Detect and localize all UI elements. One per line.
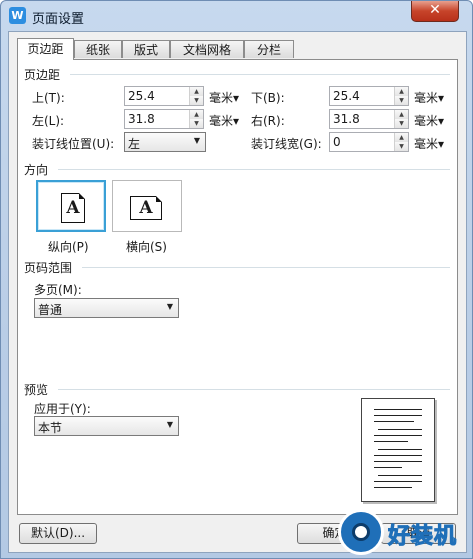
gutter-position-select[interactable]: 左 ▼ <box>124 132 206 152</box>
site-watermark: 好装机 <box>338 509 472 558</box>
spin-up-icon[interactable]: ▲ <box>189 110 203 119</box>
dialog-body: 页边距 纸张 版式 文档网格 分栏 页边距 上(T): 25.4 ▲ ▼ 毫米▾ … <box>8 31 467 553</box>
spin-down-icon[interactable]: ▼ <box>394 142 408 151</box>
right-margin-spinner[interactable]: 31.8 ▲ ▼ <box>329 109 409 129</box>
window-title: 页面设置 <box>32 12 85 27</box>
gutter-width-value: 0 <box>333 135 341 149</box>
gutter-width-spinner[interactable]: 0 ▲ ▼ <box>329 132 409 152</box>
default-button[interactable]: 默认(D)... <box>19 523 97 544</box>
apply-to-value: 本节 <box>38 421 63 435</box>
unit-dropdown[interactable]: 毫米▾ <box>414 112 444 129</box>
landscape-label: 横向(S) <box>126 240 167 254</box>
top-margin-value: 25.4 <box>128 89 155 103</box>
tab-margins[interactable]: 页边距 <box>17 38 74 60</box>
bottom-margin-spinner[interactable]: 25.4 ▲ ▼ <box>329 86 409 106</box>
left-margin-value: 31.8 <box>128 112 155 126</box>
gutter-position-value: 左 <box>128 137 141 151</box>
top-margin-spinner[interactable]: 25.4 ▲ ▼ <box>124 86 204 106</box>
unit-dropdown[interactable]: 毫米▾ <box>414 135 444 152</box>
chevron-down-icon: ▼ <box>166 302 173 311</box>
right-margin-label: 右(R): <box>251 114 285 128</box>
title-bar: W 页面设置 ✕ <box>1 1 472 31</box>
landscape-button[interactable]: A <box>112 180 182 232</box>
watermark-logo-icon <box>338 509 384 555</box>
chevron-down-icon: ▼ <box>166 420 173 429</box>
margins-panel: 页边距 上(T): 25.4 ▲ ▼ 毫米▾ 下(B): 25.4 ▲ ▼ 毫米▾ … <box>17 59 458 515</box>
spin-down-icon[interactable]: ▼ <box>189 119 203 128</box>
tab-columns[interactable]: 分栏 <box>244 40 294 58</box>
wps-app-icon: W <box>9 7 26 24</box>
multiple-pages-label: 多页(M): <box>34 283 82 297</box>
group-divider <box>58 389 450 390</box>
apply-to-select[interactable]: 本节 ▼ <box>34 416 179 436</box>
spin-down-icon[interactable]: ▼ <box>394 96 408 105</box>
landscape-page-icon: A <box>130 196 162 220</box>
portrait-label: 纵向(P) <box>48 240 89 254</box>
group-divider <box>58 169 450 170</box>
spin-up-icon[interactable]: ▲ <box>394 133 408 142</box>
left-margin-spinner[interactable]: 31.8 ▲ ▼ <box>124 109 204 129</box>
tab-document-grid[interactable]: 文档网格 <box>170 40 244 58</box>
bottom-margin-value: 25.4 <box>333 89 360 103</box>
gutter-width-label: 装订线宽(G): <box>251 137 322 151</box>
unit-dropdown[interactable]: 毫米▾ <box>209 89 239 106</box>
page-range-group-label: 页码范围 <box>24 261 73 275</box>
top-margin-label: 上(T): <box>32 91 65 105</box>
page-preview <box>361 398 435 502</box>
spin-up-icon[interactable]: ▲ <box>189 87 203 96</box>
spin-down-icon[interactable]: ▼ <box>394 119 408 128</box>
tab-paper[interactable]: 纸张 <box>74 40 122 58</box>
multiple-pages-value: 普通 <box>38 303 63 317</box>
spin-up-icon[interactable]: ▲ <box>394 110 408 119</box>
tab-layout[interactable]: 版式 <box>122 40 170 58</box>
portrait-button[interactable]: A <box>36 180 106 232</box>
watermark-text: 好装机 <box>387 524 458 550</box>
group-divider <box>82 267 450 268</box>
unit-dropdown[interactable]: 毫米▾ <box>209 112 239 129</box>
apply-to-label: 应用于(Y): <box>34 402 91 416</box>
portrait-page-icon: A <box>61 193 85 223</box>
spin-down-icon[interactable]: ▼ <box>189 96 203 105</box>
margins-group-label: 页边距 <box>24 68 61 82</box>
multiple-pages-select[interactable]: 普通 ▼ <box>34 298 179 318</box>
close-button[interactable]: ✕ <box>411 1 459 22</box>
orientation-group-label: 方向 <box>24 163 49 177</box>
unit-dropdown[interactable]: 毫米▾ <box>414 89 444 106</box>
group-divider <box>70 74 450 75</box>
chevron-down-icon: ▼ <box>193 136 200 145</box>
page-setup-dialog: W 页面设置 ✕ 页边距 纸张 版式 文档网格 分栏 页边距 上(T): 25.… <box>0 0 473 559</box>
preview-group-label: 预览 <box>24 383 49 397</box>
spin-up-icon[interactable]: ▲ <box>394 87 408 96</box>
gutter-position-label: 装订线位置(U): <box>32 137 115 151</box>
left-margin-label: 左(L): <box>32 114 65 128</box>
right-margin-value: 31.8 <box>333 112 360 126</box>
bottom-margin-label: 下(B): <box>251 91 285 105</box>
